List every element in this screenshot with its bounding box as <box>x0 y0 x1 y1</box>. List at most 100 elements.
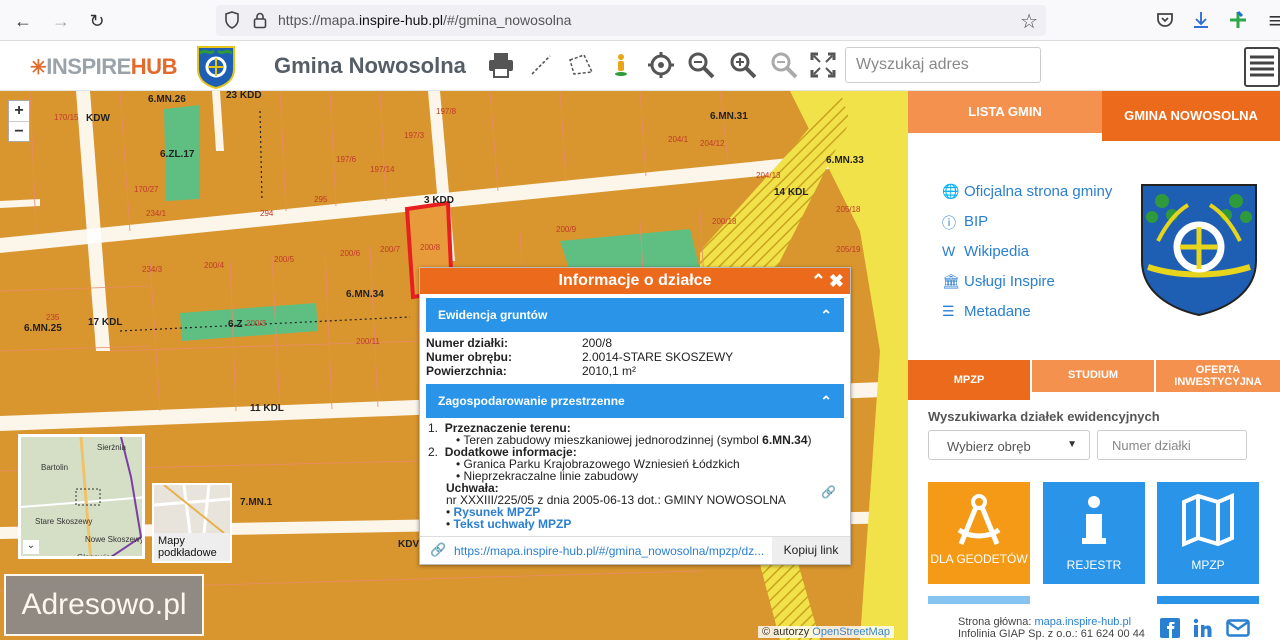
map-label: 204/12 <box>700 139 725 148</box>
address-bar[interactable]: https://mapa.inspire-hub.pl/#/gmina_nowo… <box>216 5 1046 36</box>
map-label: 170/15 <box>54 113 79 122</box>
close-icon[interactable]: ✖ <box>829 268 844 294</box>
facebook-icon[interactable] <box>1160 618 1180 638</box>
address-search-input[interactable] <box>845 47 1041 83</box>
map-label: 6.Z <box>228 319 243 330</box>
shield-icon <box>225 11 239 29</box>
database-icon: ☰ <box>942 303 955 319</box>
bank-icon: 🏛 <box>942 273 960 289</box>
menu-icon[interactable]: ≡ <box>1262 8 1280 34</box>
tab-studium[interactable]: STUDIUM <box>1032 360 1154 392</box>
logo-mark-icon: ✳ <box>30 57 47 79</box>
reload-icon[interactable]: ↻ <box>84 8 110 34</box>
tab-oferta-inwestycyjna[interactable]: OFERTA INWESTYCYJNA <box>1156 360 1280 392</box>
section-spatial-planning[interactable]: Zagospodarowanie przestrzenne ⌃ <box>426 384 844 418</box>
back-icon[interactable]: ← <box>10 8 36 34</box>
precinct-select[interactable]: Wybierz obręb ▼ <box>928 430 1090 460</box>
download-icon[interactable] <box>1191 10 1211 30</box>
compass-icon <box>957 494 1001 545</box>
map-label: 17 KDL <box>88 317 123 328</box>
link-official-site[interactable]: 🌐 Oficjalna strona gminy <box>942 183 1112 213</box>
zoom-area-icon[interactable] <box>686 50 716 80</box>
link-wikipedia[interactable]: W Wikipedia <box>942 243 1112 273</box>
map-label: 200/3 <box>246 319 267 328</box>
map-label: 200/11 <box>356 337 380 346</box>
field-precinct: Numer obrębu: 2.0014-STARE SKOSZEWY <box>426 350 734 364</box>
tile-mpzp[interactable]: MPZP <box>1157 482 1259 584</box>
map-label: 11 KDL <box>250 403 284 414</box>
popup-collapse-icon[interactable]: ⌃ <box>811 268 826 294</box>
map-label: 3 KDD <box>424 195 455 206</box>
link-metadata[interactable]: ☰ Metadane <box>942 303 1112 333</box>
tile-geodeci[interactable]: DLA GEODETÓW <box>928 482 1030 584</box>
municipality-crest-icon <box>1141 184 1257 317</box>
page-title: Gmina Nowosolna <box>274 53 466 78</box>
basemap-label: Mapy podkładowe <box>158 535 217 559</box>
map-label: 235 <box>46 313 60 322</box>
map-label: 6.ZL.17 <box>160 149 195 160</box>
extension-icon[interactable] <box>1228 10 1248 30</box>
link-tekst-uchwaly[interactable]: Tekst uchwały MPZP <box>454 517 572 531</box>
crest-icon <box>197 46 235 89</box>
list-icon <box>1250 55 1274 77</box>
overview-minimap[interactable]: Sierżnia Bartolin Stare Skoszewy Nowe Skosz… <box>18 434 145 559</box>
url-text: https://mapa.inspire-hub.pl/#/gmina_nowo… <box>278 12 572 28</box>
street-view-icon[interactable] <box>606 50 636 80</box>
tile-rejestr[interactable]: REJESTR <box>1043 482 1145 584</box>
map-label: 6.MN.25 <box>24 323 62 334</box>
basemap-preview-icon <box>153 484 231 534</box>
popup-title: Informacje o działce <box>558 272 712 289</box>
forward-icon[interactable]: → <box>48 8 74 34</box>
mail-icon[interactable] <box>1226 618 1250 638</box>
tab-mpzp[interactable]: MPZP <box>908 360 1030 400</box>
fullscreen-icon[interactable] <box>808 50 838 80</box>
homepage-link[interactable]: mapa.inspire-hub.pl <box>1034 616 1131 628</box>
map-label: 205/19 <box>836 245 861 254</box>
lock-icon <box>253 12 267 29</box>
link-inspire-services[interactable]: 🏛 Usługi Inspire <box>942 273 1112 303</box>
app-header: ✳INSPIREHUB Gmina Nowosolna <box>0 41 1280 91</box>
section-land-registry[interactable]: Ewidencja gruntów ⌃ <box>426 298 844 332</box>
minimap-collapse-icon[interactable]: ⌄ <box>23 540 39 554</box>
map-label: KDW <box>86 113 110 124</box>
basemap-switcher[interactable]: Mapy podkładowe <box>152 483 232 563</box>
map-label: 204/13 <box>756 171 781 180</box>
map-zoom-in-button[interactable]: + <box>9 101 29 121</box>
map-label: 234/1 <box>146 209 167 218</box>
sidebar-footer: Strona główna: mapa.inspire-hub.pl Infol… <box>958 616 1145 640</box>
bookmark-star-icon[interactable]: ☆ <box>1020 9 1038 34</box>
layers-menu-button[interactable] <box>1244 47 1280 87</box>
minimap-place-label: Stare Skoszewy <box>35 517 93 526</box>
print-icon[interactable] <box>486 50 516 80</box>
parcel-info-popup: Informacje o działce ⌃ ✖ Ewidencja grunt… <box>419 267 851 565</box>
map-label: 14 KDL <box>774 187 809 198</box>
osm-link[interactable]: OpenStreetMap <box>812 626 890 638</box>
tab-lista-gmin[interactable]: LISTA GMIN <box>908 91 1102 133</box>
map-label: 197/6 <box>336 155 357 164</box>
copy-link-button[interactable]: Kopiuj link <box>772 537 850 564</box>
map-label: 170/27 <box>134 185 159 194</box>
zoom-in-icon[interactable] <box>728 50 758 80</box>
map-zoom-out-button[interactable]: − <box>9 121 29 141</box>
map-label: 197/3 <box>404 131 425 140</box>
locate-icon[interactable] <box>646 50 676 80</box>
zoom-out-icon[interactable] <box>769 50 799 80</box>
map-label: 200/5 <box>274 255 295 264</box>
measure-area-icon[interactable] <box>566 50 596 80</box>
parcel-number-input[interactable] <box>1097 430 1247 460</box>
map-label: 205/18 <box>836 205 861 214</box>
share-url[interactable]: https://mapa.inspire-hub.pl/#/gmina_nowo… <box>454 544 764 558</box>
link-bip[interactable]: ⓘ BIP <box>942 213 1112 243</box>
adresowo-watermark: Adresowo.pl <box>4 574 204 636</box>
linkedin-icon[interactable] <box>1193 618 1213 638</box>
map-label: 200/7 <box>380 245 401 254</box>
tab-gmina-nowosolna[interactable]: GMINA NOWOSOLNA <box>1102 91 1280 141</box>
link-icon[interactable]: 🔗 <box>821 486 836 498</box>
field-area: Powierzchnia: 2010,1 m² <box>426 364 637 378</box>
measure-line-icon[interactable] <box>526 50 556 80</box>
inspirehub-logo[interactable]: ✳INSPIREHUB <box>30 54 177 80</box>
map-label: 6.MN.26 <box>148 94 186 105</box>
pocket-icon[interactable] <box>1155 10 1175 30</box>
map-label: 204/1 <box>668 135 689 144</box>
minimap-place-label: Sierżnia <box>97 443 126 452</box>
